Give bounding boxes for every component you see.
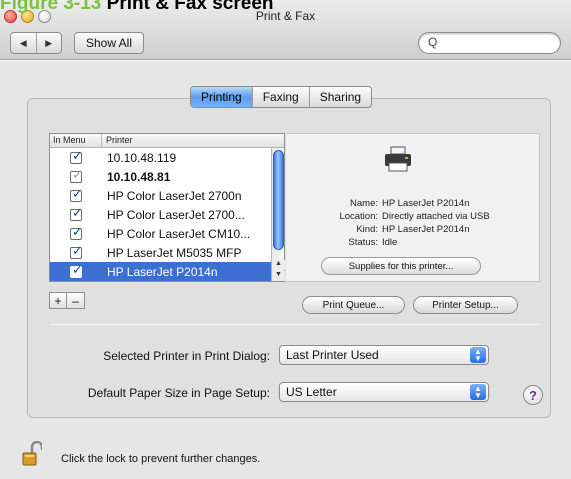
paper-size-value: US Letter xyxy=(286,385,337,399)
search-field[interactable]: Q xyxy=(418,32,561,54)
in-menu-cell: ✓ xyxy=(50,243,102,259)
printer-name: HP Color LaserJet CM10... xyxy=(107,226,251,241)
detail-key: Status: xyxy=(348,237,378,248)
checkmark-icon: ✓ xyxy=(72,166,83,182)
print-fax-window: Print & Fax ◀ ▶ Show All Q Figure 3-13 P… xyxy=(0,0,571,479)
detail-key: Kind: xyxy=(356,224,378,235)
search-icon: Q xyxy=(428,35,438,49)
in-menu-cell: ✓ xyxy=(50,148,102,164)
printer-list: In Menu Printer ✓ 10.10.48.119 ✓ 10.10.48.8… xyxy=(49,133,285,282)
in-menu-cell: ✓ xyxy=(50,224,102,240)
in-menu-cell: ✓ xyxy=(50,262,102,278)
add-remove-control: + – xyxy=(49,292,85,309)
back-forward-control[interactable]: ◀ ▶ xyxy=(10,32,62,54)
in-menu-cell: ✓ xyxy=(50,205,102,221)
in-menu-checkbox[interactable]: ✓ xyxy=(70,186,83,202)
in-menu-checkbox[interactable]: ✓ xyxy=(70,262,83,278)
printer-name: HP Color LaserJet 2700... xyxy=(107,207,245,222)
printer-row[interactable]: ✓ HP Color LaserJet 2700... xyxy=(50,205,272,224)
detail-key: Name: xyxy=(350,198,378,209)
column-header-in-menu[interactable]: In Menu xyxy=(50,134,102,147)
preferences-content: Printing Faxing Sharing In Menu Printer … xyxy=(0,61,571,479)
selected-printer-label: Selected Printer in Print Dialog: xyxy=(103,349,270,363)
printer-row[interactable]: ✓ HP Color LaserJet 2700n xyxy=(50,186,272,205)
printer-list-header: In Menu Printer xyxy=(50,134,284,148)
print-queue-button[interactable]: Print Queue... xyxy=(302,296,405,314)
detail-value: Directly attached via USB xyxy=(382,211,490,222)
printer-icon xyxy=(385,146,411,172)
printer-setup-button[interactable]: Printer Setup... xyxy=(413,296,518,314)
column-header-printer[interactable]: Printer xyxy=(102,134,133,147)
selected-printer-value: Last Printer Used xyxy=(286,348,379,362)
scroll-down-icon[interactable]: ▼ xyxy=(272,271,285,281)
section-divider xyxy=(50,324,540,325)
tab-faxing[interactable]: Faxing xyxy=(251,87,309,107)
tab-bar: Printing Faxing Sharing xyxy=(190,86,373,108)
checkmark-icon: ✓ xyxy=(72,242,83,258)
printer-row[interactable]: ✓ HP Color LaserJet CM10... xyxy=(50,224,272,243)
in-menu-checkbox[interactable]: ✓ xyxy=(70,167,83,183)
detail-value: HP LaserJet P2014n xyxy=(382,198,470,209)
in-menu-checkbox[interactable]: ✓ xyxy=(70,148,83,164)
checkmark-icon: ✓ xyxy=(72,223,83,239)
printer-name: HP LaserJet M5035 MFP xyxy=(107,245,242,260)
detail-status-row: Status: Idle xyxy=(286,237,540,248)
printer-name: 10.10.48.119 xyxy=(107,150,177,165)
show-all-button[interactable]: Show All xyxy=(74,32,144,54)
add-printer-button[interactable]: + xyxy=(49,292,67,309)
back-arrow-icon[interactable]: ◀ xyxy=(11,33,37,53)
printer-name: HP Color LaserJet 2700n xyxy=(107,188,242,203)
figure-caption: Figure 3-13 Print & Fax screen xyxy=(0,0,274,14)
printer-details-panel: Name: HP LaserJet P2014n Location: Direc… xyxy=(286,133,540,282)
detail-value: Idle xyxy=(382,237,398,248)
checkmark-icon: ✓ xyxy=(72,204,83,220)
figure-title: Print & Fax screen xyxy=(106,0,274,14)
remove-printer-button[interactable]: – xyxy=(67,292,85,309)
printer-name: HP LaserJet P2014n xyxy=(107,264,218,279)
figure-number: Figure 3-13 xyxy=(0,0,102,14)
scroll-up-icon[interactable]: ▲ xyxy=(272,260,285,270)
printer-row[interactable]: ✓ HP LaserJet P2014n xyxy=(50,262,272,281)
checkmark-icon: ✓ xyxy=(72,147,83,163)
supplies-button[interactable]: Supplies for this printer... xyxy=(321,257,481,275)
scrollbar-thumb[interactable] xyxy=(273,150,284,250)
in-menu-checkbox[interactable]: ✓ xyxy=(70,243,83,259)
lock-icon[interactable] xyxy=(22,441,42,467)
lock-message: Click the lock to prevent further change… xyxy=(61,453,261,465)
popup-arrows-icon: ▲ ▼ xyxy=(470,347,486,363)
paper-size-popup[interactable]: US Letter ▲ ▼ xyxy=(279,382,489,402)
checkmark-icon: ✓ xyxy=(72,261,83,277)
forward-arrow-icon[interactable]: ▶ xyxy=(37,33,62,53)
detail-key: Location: xyxy=(339,211,378,222)
paper-size-label: Default Paper Size in Page Setup: xyxy=(87,386,270,400)
printer-rows: ✓ 10.10.48.119 ✓ 10.10.48.81 ✓ HP Color Laser… xyxy=(50,148,284,281)
in-menu-cell: ✓ xyxy=(50,186,102,202)
detail-kind-row: Kind: HP LaserJet P2014n xyxy=(286,224,540,235)
printer-row[interactable]: ✓ 10.10.48.81 xyxy=(50,167,272,186)
checkmark-icon: ✓ xyxy=(72,185,83,201)
in-menu-checkbox[interactable]: ✓ xyxy=(70,205,83,221)
tab-printing[interactable]: Printing xyxy=(191,87,252,107)
help-button[interactable]: ? xyxy=(523,385,543,405)
detail-value: HP LaserJet P2014n xyxy=(382,224,470,235)
detail-location-row: Location: Directly attached via USB xyxy=(286,211,540,222)
popup-arrows-icon: ▲ ▼ xyxy=(470,384,486,400)
printer-row[interactable]: ✓ HP LaserJet M5035 MFP xyxy=(50,243,272,262)
printer-list-scrollbar[interactable]: ▲ ▼ xyxy=(271,148,285,281)
selected-printer-popup[interactable]: Last Printer Used ▲ ▼ xyxy=(279,345,489,365)
detail-name-row: Name: HP LaserJet P2014n xyxy=(286,198,540,209)
printer-row[interactable]: ✓ 10.10.48.119 xyxy=(50,148,272,167)
in-menu-cell: ✓ xyxy=(50,167,102,183)
tab-sharing[interactable]: Sharing xyxy=(308,87,371,107)
printer-name: 10.10.48.81 xyxy=(107,169,171,184)
in-menu-checkbox[interactable]: ✓ xyxy=(70,224,83,240)
